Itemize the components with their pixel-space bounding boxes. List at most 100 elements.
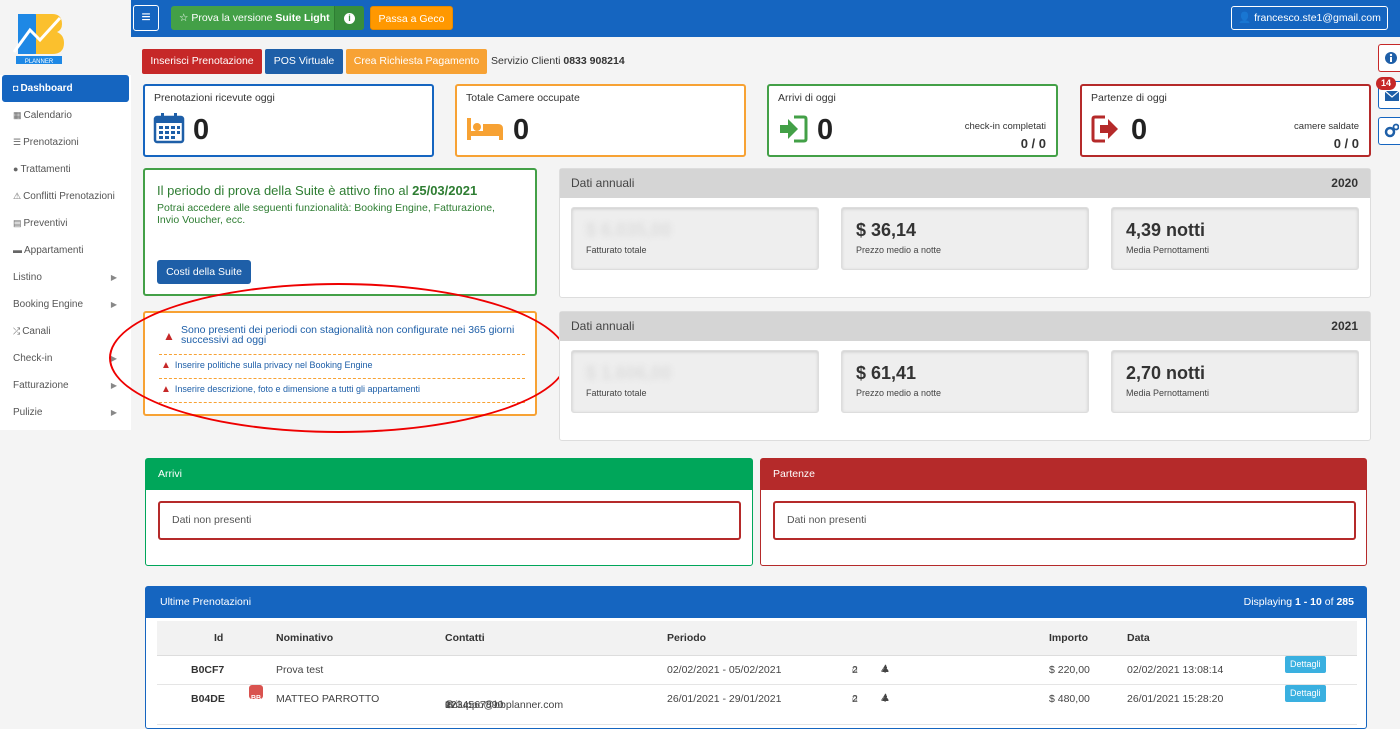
column-id[interactable]: Id (214, 621, 223, 655)
calendar-icon (153, 113, 185, 144)
table-header: Id Nominativo Contatti Periodo Importo D… (157, 621, 1357, 656)
kpi-title: Partenze di oggi (1091, 92, 1167, 104)
sidebar-item-fatturazione[interactable]: Fatturazione ▶ (0, 372, 131, 399)
column-data[interactable]: Data (1127, 621, 1150, 655)
contact-email[interactable]: sviluppo@bbplanner.com (445, 691, 563, 719)
stat-value: $ 1.606,00 (586, 363, 672, 383)
hamburger-menu-button[interactable]: ≡ (133, 5, 159, 31)
pagination-range: 1 - 10 (1295, 596, 1322, 608)
sidebar-item-preventivi[interactable]: ▤ Preventivi (0, 210, 131, 237)
stat-media-pernottamenti: 2,70 notti Media Pernottamenti (1111, 350, 1359, 413)
sidebar-item-pulizie[interactable]: Pulizie ▶ (0, 399, 131, 426)
kpi-value: 0 (817, 114, 834, 146)
try-suite-light-button[interactable]: ☆ Prova la versione Suite Light i (171, 6, 364, 30)
info-icon: i (344, 13, 355, 24)
user-menu-button[interactable]: 👤 francesco.ste1@gmail.com (1231, 6, 1388, 30)
info-side-button[interactable] (1378, 44, 1400, 72)
sidebar-item-canali[interactable]: ⤮ Canali (0, 318, 131, 345)
column-contatti[interactable]: Contatti (445, 621, 485, 655)
warning-item[interactable]: ▲ Inserire politiche sulla privacy nel Bo… (159, 360, 525, 379)
sign-in-icon (780, 115, 808, 143)
info-circle-icon (1385, 52, 1397, 64)
sidebar-item-dashboard[interactable]: ◘ Dashboard (2, 75, 129, 102)
sidebar-item-label: Trattamenti (20, 164, 71, 175)
partenze-title: Partenze (761, 459, 1366, 490)
stat-label: Fatturato totale (586, 245, 647, 255)
sidebar-item-label: Canali (22, 326, 51, 337)
chevron-right-icon: ▶ (110, 300, 117, 309)
bed-icon: ▬ (13, 245, 22, 255)
warning-item[interactable]: ▲ Inserire descrizione, foto e dimensione… (159, 384, 525, 403)
pagination-total: 285 (1336, 596, 1354, 608)
arrivi-title: Arrivi (146, 459, 752, 490)
kpi-sub-value: 0 / 0 (1020, 136, 1046, 151)
kpi-prenotazioni-oggi: Prenotazioni ricevute oggi 0 (143, 84, 434, 157)
kpi-sub-label: check-in completati (964, 121, 1046, 132)
sidebar-item-label: Prenotazioni (23, 137, 79, 148)
sidebar-item-trattamenti[interactable]: ● Trattamenti (0, 156, 131, 183)
booking-id: B0CF7 (191, 664, 225, 676)
sidebar-item-label: Preventivi (23, 218, 68, 229)
annual-label: Dati annuali (571, 176, 635, 190)
booking-id: B04DE (191, 693, 225, 705)
annual-year: 2021 (1331, 319, 1358, 333)
chevron-right-icon: ▶ (110, 408, 117, 417)
column-periodo[interactable]: Periodo (667, 621, 706, 655)
costi-suite-button[interactable]: Costi della Suite (157, 260, 251, 284)
dettagli-button[interactable]: Dettagli (1285, 685, 1326, 702)
booking-period: 02/02/2021 - 05/02/2021 (667, 664, 782, 676)
booking-date: 26/01/2021 15:28:20 (1127, 693, 1224, 705)
column-importo[interactable]: Importo (1049, 621, 1088, 655)
sidebar-item-calendario[interactable]: ▦ Calendario (0, 102, 131, 129)
booking-name: MATTEO PARROTTO (276, 693, 380, 705)
partenze-empty-message: Dati non presenti (773, 501, 1356, 540)
booking-amount: $ 220,00 (1049, 664, 1090, 676)
logo-sub: PLANNER (25, 59, 54, 65)
passa-a-geco-button[interactable]: Passa a Geco (370, 6, 453, 30)
crea-richiesta-pagamento-button[interactable]: Crea Richiesta Pagamento (346, 49, 487, 74)
sidebar-item-conflitti[interactable]: ⚠ Conflitti Prenotazioni (0, 183, 131, 210)
warning-item[interactable]: ▲ Sono presenti dei periodi con stagional… (159, 325, 525, 355)
booking-amount: $ 480,00 (1049, 693, 1090, 705)
rooms-count: 2 (852, 664, 858, 676)
booking-date: 02/02/2021 13:08:14 (1127, 664, 1224, 676)
bbplanner-logo[interactable]: PLANNER (10, 8, 68, 66)
inserisci-prenotazione-button[interactable]: Inserisci Prenotazione (142, 49, 262, 74)
kpi-value: 0 (513, 114, 530, 146)
pagination-summary: Displaying 1 - 10 of 285 (1244, 587, 1354, 618)
annual-data-2021: Dati annuali 2021 $ 1.606,00 Fatturato to… (559, 311, 1371, 441)
sidebar-item-booking-engine[interactable]: Booking Engine ▶ (0, 291, 131, 318)
rooms-count: 2 (852, 693, 858, 705)
ultime-prenotazioni-panel: Ultime Prenotazioni Displaying 1 - 10 of… (145, 586, 1367, 729)
kpi-sub-value: 0 / 0 (1333, 136, 1359, 151)
warning-text: Inserire politiche sulla privacy nel Boo… (174, 360, 373, 370)
annual-data-2020: Dati annuali 2020 $ 6.035,00 Fatturato to… (559, 168, 1371, 298)
customer-service-label: Servizio Clienti (491, 55, 561, 67)
warning-icon: ▲ (161, 360, 171, 371)
table-row[interactable]: B04DE BB MATTEO PARROTTO ✆ 1234567890 ✉ … (157, 685, 1357, 725)
suite-info-button[interactable]: i (334, 6, 364, 30)
sidebar-item-label: Fatturazione (13, 380, 69, 391)
dashboard-icon: ◘ (13, 83, 19, 93)
kpi-title: Arrivi di oggi (778, 92, 836, 104)
dettagli-button[interactable]: Dettagli (1285, 656, 1326, 673)
annual-header: Dati annuali 2020 (560, 169, 1370, 198)
column-nominativo[interactable]: Nominativo (276, 621, 333, 655)
sidebar-item-listino[interactable]: Listino ▶ (0, 264, 131, 291)
stat-value: $ 6.035,00 (586, 220, 672, 240)
apple-icon: ● (13, 164, 19, 174)
user-icon: 👤 (1238, 12, 1252, 24)
chevron-right-icon: ▶ (110, 273, 117, 282)
stat-value: $ 36,14 (856, 220, 917, 240)
sidebar-item-appartamenti[interactable]: ▬ Appartamenti (0, 237, 131, 264)
settings-side-button[interactable] (1378, 117, 1400, 145)
stat-label: Media Pernottamenti (1126, 388, 1210, 398)
pos-virtuale-button[interactable]: POS Virtuale (265, 49, 343, 74)
stat-label: Media Pernottamenti (1126, 245, 1210, 255)
topbar: ≡ ☆ Prova la versione Suite Light i Pass… (131, 0, 1400, 37)
sidebar: PLANNER ◘ Dashboard ▦ Calendario ☰ Prenotaz… (0, 0, 131, 729)
sidebar-item-check-in[interactable]: Check-in ▶ (0, 345, 131, 372)
table-row[interactable]: B0CF7 Prova test 02/02/2021 - 05/02/2021… (157, 656, 1357, 685)
sidebar-item-prenotazioni[interactable]: ☰ Prenotazioni (0, 129, 131, 156)
stat-label: Fatturato totale (586, 388, 647, 398)
